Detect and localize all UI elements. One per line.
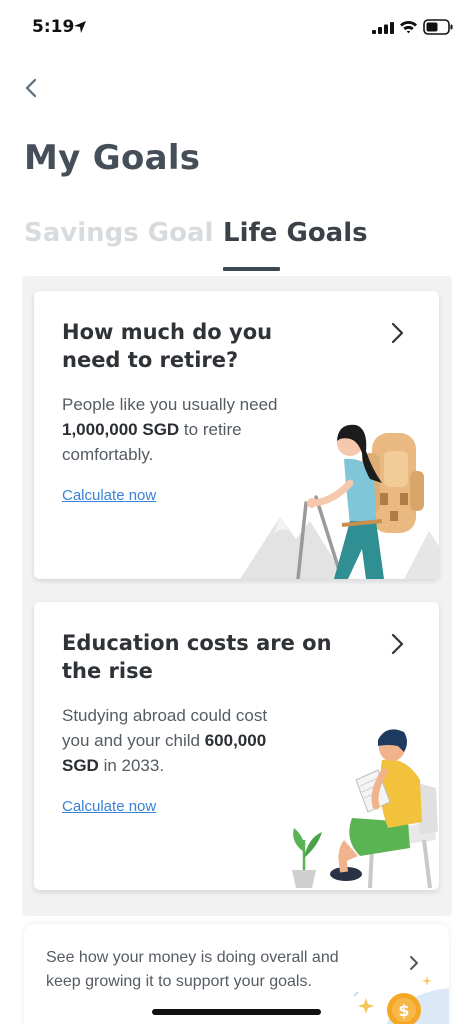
card-title: How much do you need to retire? (62, 320, 273, 372)
summary-text: See how your money is doing overall and … (46, 949, 339, 990)
home-indicator[interactable] (152, 1009, 321, 1015)
hiker-illustration (240, 424, 439, 579)
card-title: Education costs are on the rise (62, 631, 332, 683)
location-arrow-icon (74, 21, 86, 33)
card-description: Studying abroad could cost you and your … (62, 703, 282, 778)
description-text-end: in 2033. (98, 756, 165, 775)
battery-icon (423, 19, 453, 35)
calculate-now-link[interactable]: Calculate now (62, 487, 156, 504)
student-reading-illustration (292, 729, 438, 889)
svg-text:$: $ (398, 1001, 409, 1020)
retirement-goal-card[interactable]: How much do you need to retire? People l… (34, 291, 439, 579)
tab-life-goals[interactable]: Life Goals (223, 218, 368, 248)
chevron-right-icon[interactable] (389, 632, 407, 656)
page-title: My Goals (24, 138, 201, 178)
status-time: 5:19 (32, 17, 75, 37)
goal-tabs: Savings Goal Life Goals (0, 214, 473, 274)
education-goal-card[interactable]: Education costs are on the rise Studying… (34, 602, 439, 890)
status-bar: 5:19 (0, 0, 473, 54)
cellular-signal-icon (372, 22, 394, 34)
wifi-icon (400, 20, 417, 34)
description-text: People like you usually need (62, 395, 278, 414)
chevron-left-icon (25, 78, 37, 98)
tab-savings-goal[interactable]: Savings Goal (24, 218, 213, 248)
coin-illustration: $ (353, 976, 449, 1024)
calculate-now-link[interactable]: Calculate now (62, 798, 156, 815)
active-tab-indicator (223, 267, 280, 271)
amount-highlight: 1,000,000 SGD (62, 420, 180, 439)
chevron-right-icon[interactable] (389, 321, 407, 345)
back-button[interactable] (18, 74, 46, 102)
